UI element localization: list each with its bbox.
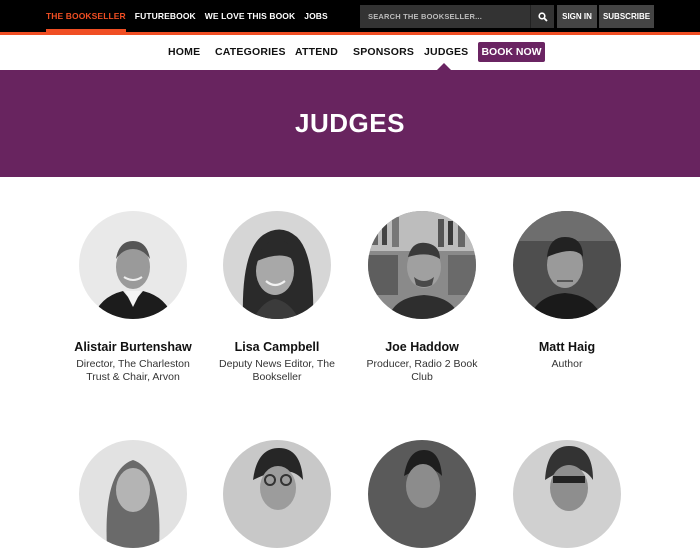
judge-photo[interactable] [513,211,621,319]
sign-in-button[interactable]: SIGN IN [557,5,597,28]
judge-photo[interactable] [368,440,476,548]
judge-card[interactable] [68,440,198,548]
judge-name: Alistair Burtenshaw [74,340,192,354]
judge-photo[interactable] [79,211,187,319]
judge-card[interactable] [502,440,632,548]
topnav-the-bookseller[interactable]: THE BOOKSELLER [46,0,126,32]
page-title: JUDGES [295,108,405,138]
judge-role: Director, The Charleston Trust & Chair, … [76,358,190,383]
main-nav: HOME CATEGORIES ATTEND SPONSORS JUDGES B… [0,35,700,69]
topnav-jobs[interactable]: JOBS [304,0,328,32]
judge-card[interactable]: Lisa Campbell Deputy News Editor, The Bo… [212,211,342,383]
search-input[interactable]: SEARCH THE BOOKSELLER... [360,5,530,28]
topnav-futurebook[interactable]: FUTUREBOOK [135,0,196,32]
book-now-button[interactable]: BOOK NOW [478,42,545,62]
judge-card[interactable]: Alistair Burtenshaw Director, The Charle… [68,211,198,383]
topnav-we-love-this-book[interactable]: WE LOVE THIS BOOK [205,0,295,32]
judge-photo[interactable] [79,440,187,548]
judge-role: Author [551,358,583,370]
judge-name: Joe Haddow [385,340,459,354]
search-button[interactable] [530,5,554,28]
judge-card[interactable] [357,440,487,548]
judge-name: Lisa Campbell [234,340,320,354]
judge-photo[interactable] [368,211,476,319]
judge-name: Matt Haig [538,340,596,354]
hero-banner: JUDGES [0,70,700,177]
active-nav-indicator [437,63,451,70]
judge-role: Deputy News Editor, The Bookseller [219,358,335,383]
subscribe-button[interactable]: SUBSCRIBE [599,5,654,28]
nav-categories[interactable]: CATEGORIES [215,35,286,69]
judge-card[interactable]: Joe Haddow Producer, Radio 2 Book Club [357,211,487,383]
judge-role: Producer, Radio 2 Book Club [366,358,478,383]
nav-home[interactable]: HOME [168,35,200,69]
search-icon [537,11,548,22]
top-bar: THE BOOKSELLER FUTUREBOOK WE LOVE THIS B… [0,0,700,32]
nav-sponsors[interactable]: SPONSORS [353,35,414,69]
nav-attend[interactable]: ATTEND [295,35,338,69]
judge-photo[interactable] [223,440,331,548]
judge-photo[interactable] [223,211,331,319]
top-nav: THE BOOKSELLER FUTUREBOOK WE LOVE THIS B… [46,0,337,32]
judge-card[interactable] [212,440,342,548]
judge-card[interactable]: Matt Haig Author [502,211,632,371]
judge-photo[interactable] [513,440,621,548]
